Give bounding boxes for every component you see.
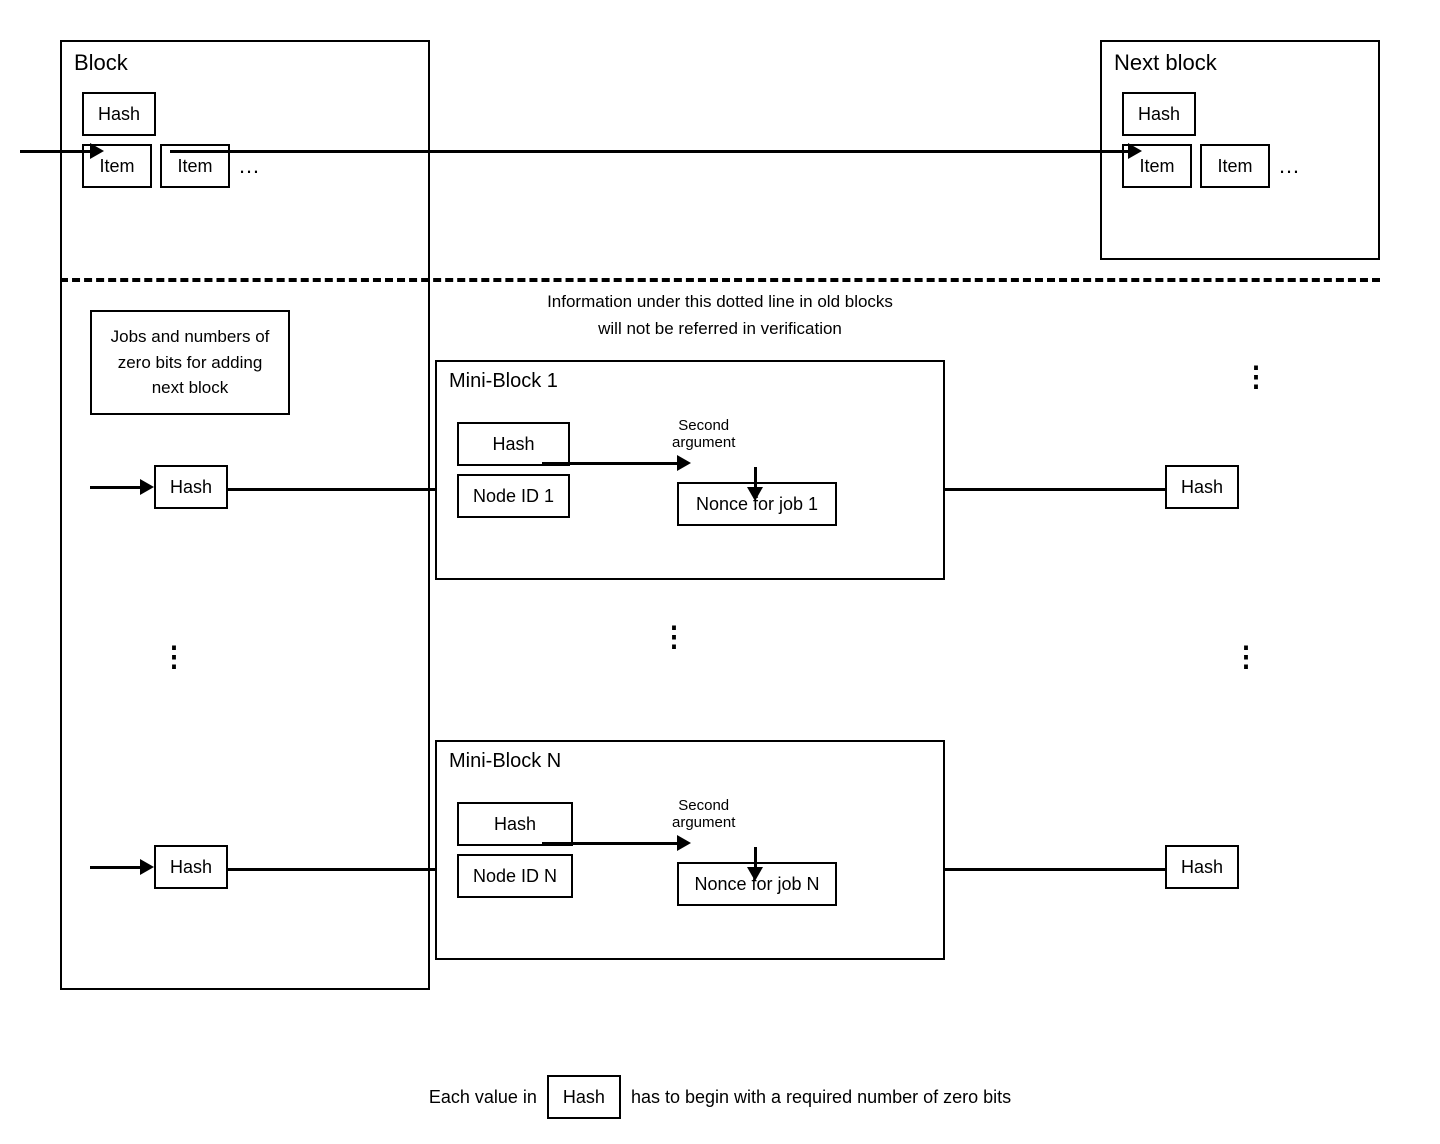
left-hash-box-1: Hash — [154, 465, 228, 509]
left-hash-n-area: Hash — [90, 845, 228, 889]
dots-middle: ⋮ — [660, 620, 688, 653]
next-block-box: Next block Hash Item Item … — [1100, 40, 1380, 260]
left-hash-1-area: Hash — [90, 465, 228, 509]
footer-prefix: Each value in — [429, 1087, 537, 1108]
left-hash-box-n: Hash — [154, 845, 228, 889]
dashed-line — [60, 278, 1380, 282]
mini-block-n: Mini-Block N Hash Node ID N Nonce for jo… — [435, 740, 945, 960]
arrow-miniblock1-to-righthash — [945, 481, 1179, 497]
mini-block-1: Mini-Block 1 Hash Node ID 1 Nonce for jo… — [435, 360, 945, 580]
footer: Each value in Hash has to begin with a r… — [0, 1075, 1440, 1119]
mini-block-1-label: Mini-Block 1 — [437, 362, 943, 401]
mini1-h-arrow — [542, 455, 691, 471]
arrow-to-miniblock1 — [228, 481, 457, 497]
arrow-into-block — [20, 143, 104, 159]
jobs-box: Jobs and numbers of zero bits for adding… — [90, 310, 290, 415]
right-hash-box-n: Hash — [1165, 845, 1239, 889]
footer-hash-box: Hash — [547, 1075, 621, 1119]
mini1-second-arg: Second argument — [672, 417, 735, 451]
next-block-label: Next block — [1102, 42, 1378, 84]
mini-block-n-label: Mini-Block N — [437, 742, 943, 781]
dots-right: ⋮ — [1232, 640, 1260, 673]
minin-nodeid-box: Node ID N — [457, 854, 573, 898]
right-hash-box-1: Hash — [1165, 465, 1239, 509]
right-hash-n-area: Hash — [1165, 845, 1239, 889]
arrow-miniblockn-to-righthash — [945, 861, 1179, 877]
arrow-block-to-nextblock — [170, 143, 1142, 159]
minin-v-arrow — [747, 847, 763, 881]
mini1-nodeid-box: Node ID 1 — [457, 474, 570, 518]
dots-right-top: ⋮ — [1242, 360, 1270, 393]
minin-second-arg: Second argument — [672, 797, 735, 831]
right-hash-1-area: Hash — [1165, 465, 1239, 509]
next-block-item-box-2: Item — [1200, 144, 1270, 188]
minin-h-arrow — [542, 835, 691, 851]
footer-suffix: has to begin with a required number of z… — [631, 1087, 1011, 1108]
arrow-to-miniblockn — [228, 861, 457, 877]
dots-left: ⋮ — [160, 640, 188, 673]
block-hash-box: Hash — [82, 92, 156, 136]
info-text: Information under this dotted line in ol… — [455, 288, 985, 342]
mini1-v-arrow — [747, 467, 763, 501]
next-block-ellipsis: … — [1278, 153, 1300, 179]
block-label: Block — [62, 42, 428, 84]
next-block-hash-box: Hash — [1122, 92, 1196, 136]
diagram-container: Block Hash Item Item … Next block Hash I… — [60, 20, 1380, 1100]
